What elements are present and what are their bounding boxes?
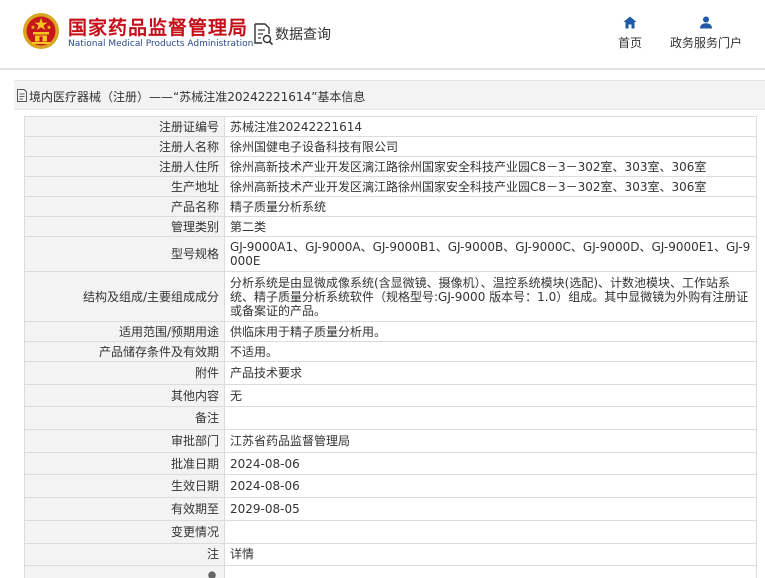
field-value-cell: [224, 565, 757, 578]
site-subtitle: National Medical Products Administration: [68, 39, 254, 49]
field-label: 注: [24, 542, 225, 567]
table-row: 结构及组成/主要组成成分 分析系统是由显微成像系统(含显微镜、摄像机）、温控系统…: [24, 271, 757, 322]
registration-detail-table: 注册证编号 苏械注准20242221614 注册人名称 徐州国健电子设备科技有限…: [24, 116, 757, 578]
table-row: 管理类别 第二类: [24, 216, 757, 237]
field-label: 注册人名称: [24, 136, 225, 157]
field-value: 徐州高新技术产业开发区漓江路徐州国家安全科技产业园C8－3－302室、303室、…: [224, 176, 757, 197]
user-icon: [700, 16, 712, 29]
field-value: 详情: [224, 542, 757, 567]
table-row: 审批部门 江苏省药品监督管理局: [24, 429, 757, 453]
table-row: 其他内容 无: [24, 383, 757, 408]
field-value: 无: [224, 383, 757, 408]
site-header: 国家药品监督管理局 National Medical Products Admi…: [0, 0, 765, 68]
header-divider: [0, 68, 765, 70]
field-value: 不适用。: [224, 341, 757, 362]
field-label: 结构及组成/主要组成成分: [24, 271, 225, 322]
table-row: 适用范围/预期用途 供临床用于精子质量分析用。: [24, 321, 757, 342]
nav-home-link[interactable]: 首页: [608, 16, 652, 60]
table-row: 生产地址 徐州高新技术产业开发区漓江路徐州国家安全科技产业园C8－3－302室、…: [24, 176, 757, 197]
field-value: 徐州国健电子设备科技有限公司: [224, 136, 757, 157]
table-row: 变更情况: [24, 519, 757, 544]
table-row: 备注: [24, 406, 757, 431]
field-value: GJ-9000A1、GJ-9000A、GJ-9000B1、GJ-9000B、GJ…: [224, 236, 757, 272]
field-label: 型号规格: [24, 236, 225, 272]
field-value: 2024-08-06: [224, 474, 757, 499]
document-icon: [17, 89, 27, 102]
table-row: 注册证编号 苏械注准20242221614: [24, 116, 757, 137]
breadcrumb-text: 境内医疗器械（注册）——“苏械注准20242221614”基本信息: [29, 90, 366, 104]
table-row: 型号规格 GJ-9000A1、GJ-9000A、GJ-9000B1、GJ-900…: [24, 236, 757, 272]
field-value: 产品技术要求: [224, 361, 757, 385]
field-label: 生效日期: [24, 474, 225, 499]
field-label: 管理类别: [24, 216, 225, 237]
field-value: 2029-08-05: [224, 497, 757, 521]
field-value: 分析系统是由显微成像系统(含显微镜、摄像机）、温控系统模块(选配)、计数池模块、…: [224, 271, 757, 322]
table-row: 注册人住所 徐州高新技术产业开发区漓江路徐州国家安全科技产业园C8－3－302室…: [24, 156, 757, 177]
field-label: 有效期至: [24, 497, 225, 521]
field-value: 苏械注准20242221614: [224, 116, 757, 137]
field-label: 附件: [24, 361, 225, 385]
field-value: 精子质量分析系统: [224, 196, 757, 217]
field-value: 供临床用于精子质量分析用。: [224, 321, 757, 342]
search-document-icon: [254, 23, 274, 46]
field-label: 注册人住所: [24, 156, 225, 177]
table-row: 注 详情: [24, 542, 757, 567]
table-row: 有效期至 2029-08-05: [24, 497, 757, 521]
field-value: 第二类: [224, 216, 757, 237]
field-label: 审批部门: [24, 429, 225, 453]
field-label: 变更情况: [24, 519, 225, 544]
table-row: 产品储存条件及有效期 不适用。: [24, 341, 757, 362]
field-value: [224, 519, 757, 544]
field-label: 产品名称: [24, 196, 225, 217]
table-row: [24, 565, 757, 578]
table-row: 生效日期 2024-08-06: [24, 474, 757, 499]
field-value: [224, 406, 757, 431]
data-query-label[interactable]: 数据查询: [275, 24, 331, 44]
note-label-cell: [24, 565, 225, 578]
nav-home-label: 首页: [617, 36, 642, 50]
table-row: 产品名称 精子质量分析系统: [24, 196, 757, 217]
nav-service-link[interactable]: 政务服务门户: [666, 16, 746, 60]
table-row: 注册人名称 徐州国健电子设备科技有限公司: [24, 136, 757, 157]
note-icon: [208, 571, 216, 578]
field-label: 批准日期: [24, 451, 225, 476]
home-icon: [623, 16, 637, 29]
national-emblem-icon: [23, 13, 59, 49]
field-label: 备注: [24, 406, 225, 431]
table-row: 批准日期 2024-08-06: [24, 451, 757, 476]
field-value: 江苏省药品监督管理局: [224, 429, 757, 453]
site-title: 国家药品监督管理局: [68, 17, 249, 39]
field-label: 注册证编号: [24, 116, 225, 137]
field-label: 产品储存条件及有效期: [24, 341, 225, 362]
table-row: 附件 产品技术要求: [24, 361, 757, 385]
nav-service-label: 政务服务门户: [669, 36, 742, 50]
field-label: 适用范围/预期用途: [24, 321, 225, 342]
field-value: 2024-08-06: [224, 451, 757, 476]
field-value: 徐州高新技术产业开发区漓江路徐州国家安全科技产业园C8－3－302室、303室、…: [224, 156, 757, 177]
field-label: 生产地址: [24, 176, 225, 197]
field-label: 其他内容: [24, 383, 225, 408]
